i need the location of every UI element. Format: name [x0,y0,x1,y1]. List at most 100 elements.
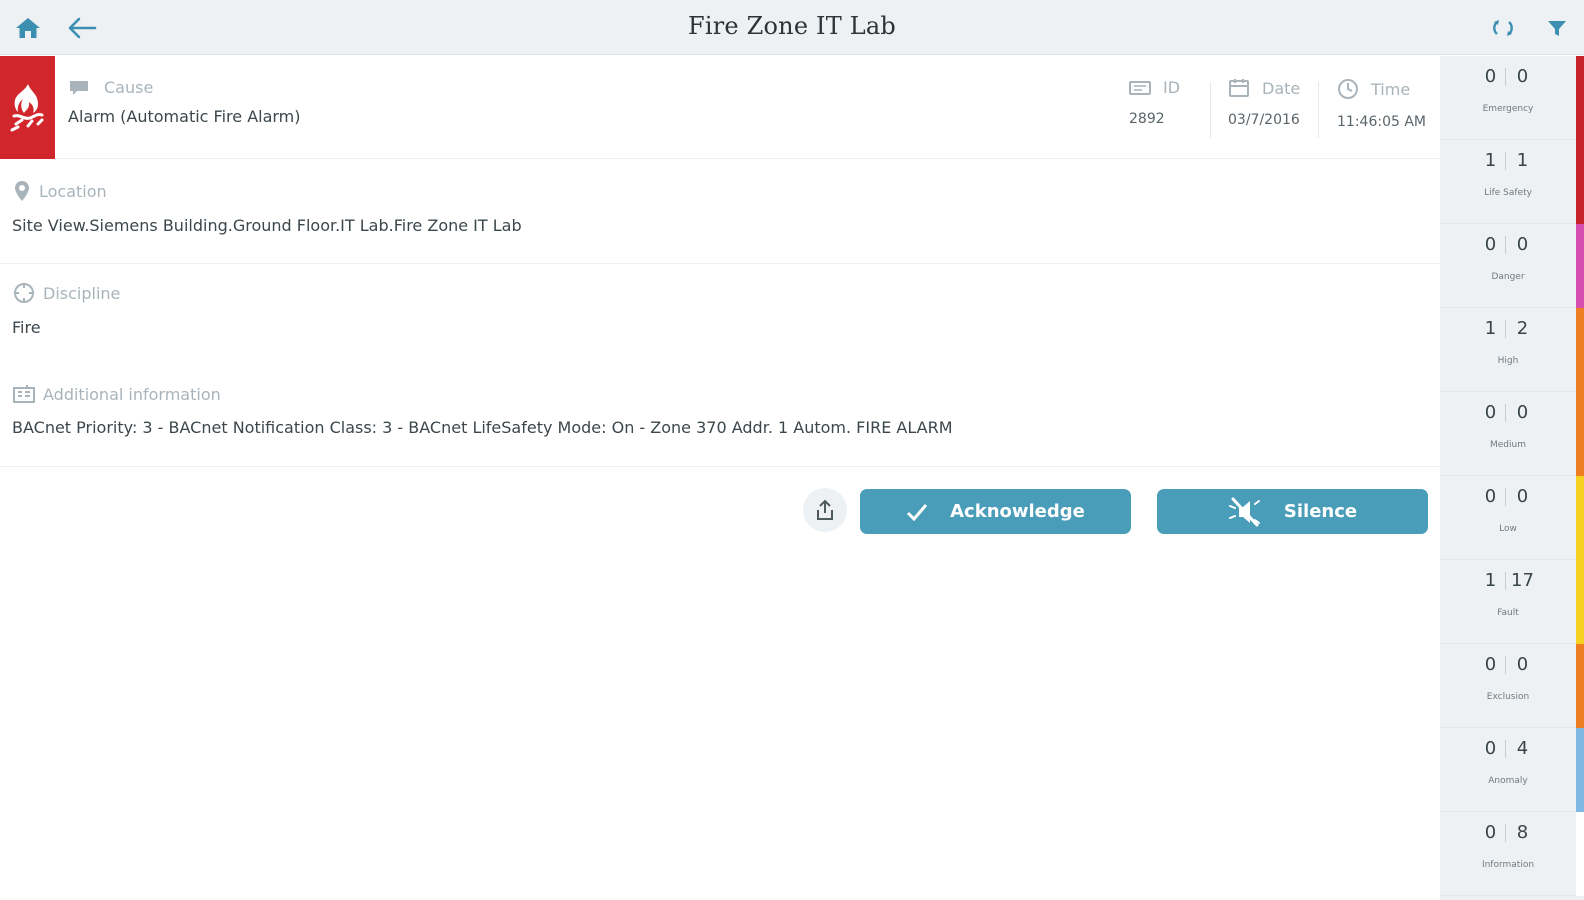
count-divider [1504,67,1506,86]
category-counts: 00 [1440,234,1576,255]
discipline-section: Discipline Fire [0,264,1440,364]
discipline-value: Fire [12,318,41,337]
category-counts: 12 [1440,318,1576,339]
count-divider [1504,739,1506,758]
info-list-icon [13,385,35,403]
category-counts: 00 [1440,402,1576,423]
category-counts: 04 [1440,738,1576,759]
alarm-summary-row: Cause Alarm (Automatic Fire Alarm) ID 28… [0,56,1440,159]
unhandled-count: 0 [1484,654,1497,675]
time-field: Time 11:46:05 AM [1337,78,1426,130]
category-fault[interactable]: 1 17 Fault [1440,560,1576,644]
unhandled-count: 1 [1484,150,1497,171]
unhandled-count: 0 [1484,486,1497,507]
time-value: 11:46:05 AM [1337,114,1426,130]
unhandled-count: 0 [1484,234,1497,255]
category-low[interactable]: 0 0 Low [1440,476,1576,560]
unhandled-count: 1 [1484,318,1497,339]
category-information[interactable]: 0 8 Information [1440,812,1576,896]
category-color-stripe [1576,56,1584,140]
category-name: High [1497,356,1519,366]
cause-field: Cause Alarm (Automatic Fire Alarm) [68,78,301,126]
total-count: 0 [1516,654,1529,675]
additional-info-label: Additional information [43,384,221,404]
total-count: 0 [1516,486,1529,507]
calendar-icon [1229,79,1249,97]
category-name: Medium [1490,440,1526,450]
unhandled-count: 0 [1484,402,1497,423]
top-header: Fire Zone IT Lab [0,0,1584,55]
category-color-stripe [1576,224,1584,308]
total-count: 17 [1511,570,1534,591]
time-label: Time [1371,79,1411,99]
category-name: Fault [1497,608,1519,618]
category-name: Anomaly [1488,776,1528,786]
date-value: 03/7/2016 [1228,112,1300,128]
silence-icon [1228,497,1260,526]
unhandled-count: 1 [1484,570,1497,591]
count-divider [1504,151,1506,170]
category-medium[interactable]: 0 0 Medium [1440,392,1576,476]
check-icon [907,503,928,521]
category-name: Exclusion [1486,692,1530,702]
page-title: Fire Zone IT Lab [688,12,896,40]
acknowledge-label: Acknowledge [950,501,1085,522]
count-divider [1504,319,1506,338]
category-high[interactable]: 1 2 High [1440,308,1576,392]
alarm-details: Cause Alarm (Automatic Fire Alarm) ID 28… [0,56,1440,900]
acknowledge-button[interactable]: Acknowledge [860,489,1131,534]
count-divider [1504,487,1506,506]
fire-alarm-tile [0,56,55,159]
silence-button[interactable]: Silence [1157,489,1428,534]
category-exclusion[interactable]: 0 0 Exclusion [1440,644,1576,728]
share-button[interactable] [803,488,847,532]
category-anomaly[interactable]: 0 4 Anomaly [1440,728,1576,812]
category-summary-panel: 0 0 Emergency 1 1 Life Safety 0 0 Danger 1 2 High 0 0… [1440,56,1584,900]
total-count: 0 [1516,66,1529,87]
category-color-stripe [1576,812,1584,896]
total-count: 2 [1516,318,1529,339]
total-count: 0 [1516,402,1529,423]
discipline-label: Discipline [43,283,121,303]
clock-icon [1338,79,1358,99]
location-value: Site View.Siemens Building.Ground Floor.… [12,216,522,235]
id-label: ID [1163,78,1181,97]
total-count: 8 [1516,822,1529,843]
count-divider [1504,235,1506,254]
category-color-stripe [1576,728,1584,812]
additional-info-section: Additional information BACnet Priority: … [0,364,1440,466]
category-color-stripe [1576,392,1584,476]
category-color-stripe [1576,476,1584,560]
count-divider [1504,823,1506,842]
cause-label: Cause [104,78,154,97]
category-color-stripe [1576,308,1584,392]
divider [0,466,1440,467]
category-danger[interactable]: 0 0 Danger [1440,224,1576,308]
count-divider [1504,403,1506,422]
fire-icon [10,83,43,131]
category-color-stripe [1576,560,1584,644]
location-section: Location Site View.Siemens Building.Grou… [0,160,1440,263]
category-counts: 00 [1440,486,1576,507]
date-label: Date [1262,78,1301,98]
category-name: Danger [1491,272,1525,282]
category-color-stripe [1576,140,1584,224]
refresh-icon[interactable] [1487,12,1519,44]
unhandled-count: 0 [1484,66,1497,87]
filter-icon[interactable] [1541,12,1573,44]
category-life-safety[interactable]: 1 1 Life Safety [1440,140,1576,224]
cause-value: Alarm (Automatic Fire Alarm) [68,107,301,126]
unhandled-count: 0 [1484,738,1497,759]
category-counts: 00 [1440,654,1576,675]
category-counts: 1 17 [1440,570,1576,591]
additional-info-value: BACnet Priority: 3 - BACnet Notification… [12,418,953,437]
category-counts: 11 [1440,150,1576,171]
category-emergency[interactable]: 0 0 Emergency [1440,56,1576,140]
category-name: Information [1481,860,1535,870]
comment-icon [70,80,88,95]
id-card-icon [1129,80,1151,95]
unhandled-count: 0 [1484,822,1497,843]
location-pin-icon [15,181,29,201]
id-value: 2892 [1129,111,1165,127]
count-divider [1504,655,1506,674]
